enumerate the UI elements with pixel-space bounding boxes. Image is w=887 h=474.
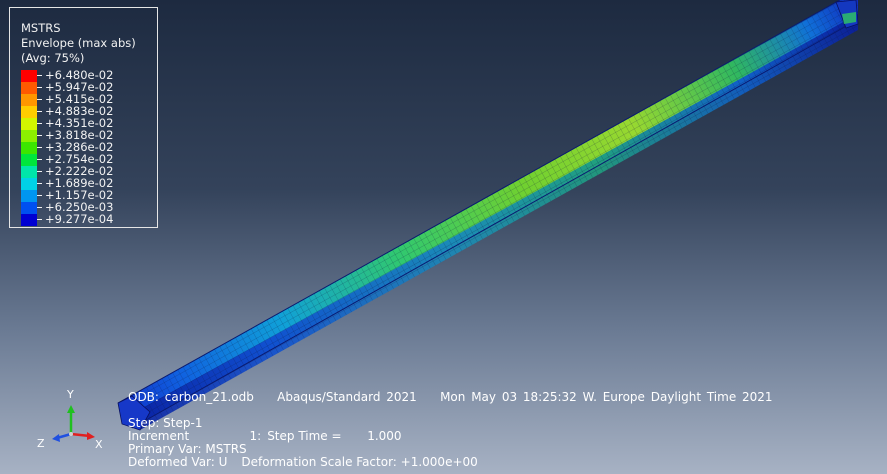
legend-tick: [37, 195, 42, 196]
legend-tick: [37, 159, 42, 160]
legend-swatch: [21, 94, 37, 106]
legend-envelope: Envelope (max abs): [21, 36, 136, 50]
legend-swatch: [21, 82, 37, 94]
step-time-value: 1.000: [367, 429, 402, 443]
legend-swatch: [21, 190, 37, 202]
legend-tick: [37, 147, 42, 148]
legend-swatch: [21, 214, 37, 226]
deformation-scale: Deformation Scale Factor: +1.000e+00: [241, 455, 478, 469]
triad-y-label: Y: [67, 388, 74, 401]
legend-swatch: [21, 166, 37, 178]
odb-timestamp: Mon May 03 18:25:32 W. Europe Daylight T…: [440, 390, 773, 404]
legend-tick: [37, 87, 42, 88]
legend-swatch: [21, 202, 37, 214]
legend-value: +9.277e-04: [45, 212, 114, 226]
legend-tick: [37, 111, 42, 112]
step-time-label: Step Time =: [267, 429, 342, 443]
legend-variable: MSTRS: [21, 21, 61, 35]
legend-swatch: [21, 178, 37, 190]
legend-swatch: [21, 106, 37, 118]
legend-tick: [37, 75, 42, 76]
legend-swatch: [21, 142, 37, 154]
triad-z-label: Z: [37, 437, 45, 450]
legend-tick: [37, 171, 42, 172]
model-viewport[interactable]: MSTRS Envelope (max abs) (Avg: 75%) +6.4…: [0, 0, 887, 474]
increment-label: Increment: [128, 429, 190, 443]
legend-swatch: [21, 130, 37, 142]
legend-tick: [37, 219, 42, 220]
legend-tick: [37, 183, 42, 184]
triad-x-label: X: [95, 438, 103, 451]
legend-swatch: [21, 118, 37, 130]
solver-version: Abaqus/Standard 2021: [277, 390, 417, 404]
odb-info-line: ODB: carbon_21.odb Abaqus/Standard 2021 …: [128, 391, 773, 404]
legend-tick: [37, 135, 42, 136]
legend-swatch: [21, 70, 37, 82]
odb-name: ODB: carbon_21.odb: [128, 390, 254, 404]
legend-swatch: [21, 154, 37, 166]
legend-tick: [37, 207, 42, 208]
deformed-var: Deformed Var: U: [128, 455, 228, 469]
legend-tick: [37, 99, 42, 100]
legend-tick: [37, 123, 42, 124]
legend-averaging: (Avg: 75%): [21, 51, 85, 65]
deformed-var-line: Deformed Var: U Deformation Scale Factor:…: [128, 456, 478, 469]
legend-row: +9.277e-04: [21, 212, 161, 226]
